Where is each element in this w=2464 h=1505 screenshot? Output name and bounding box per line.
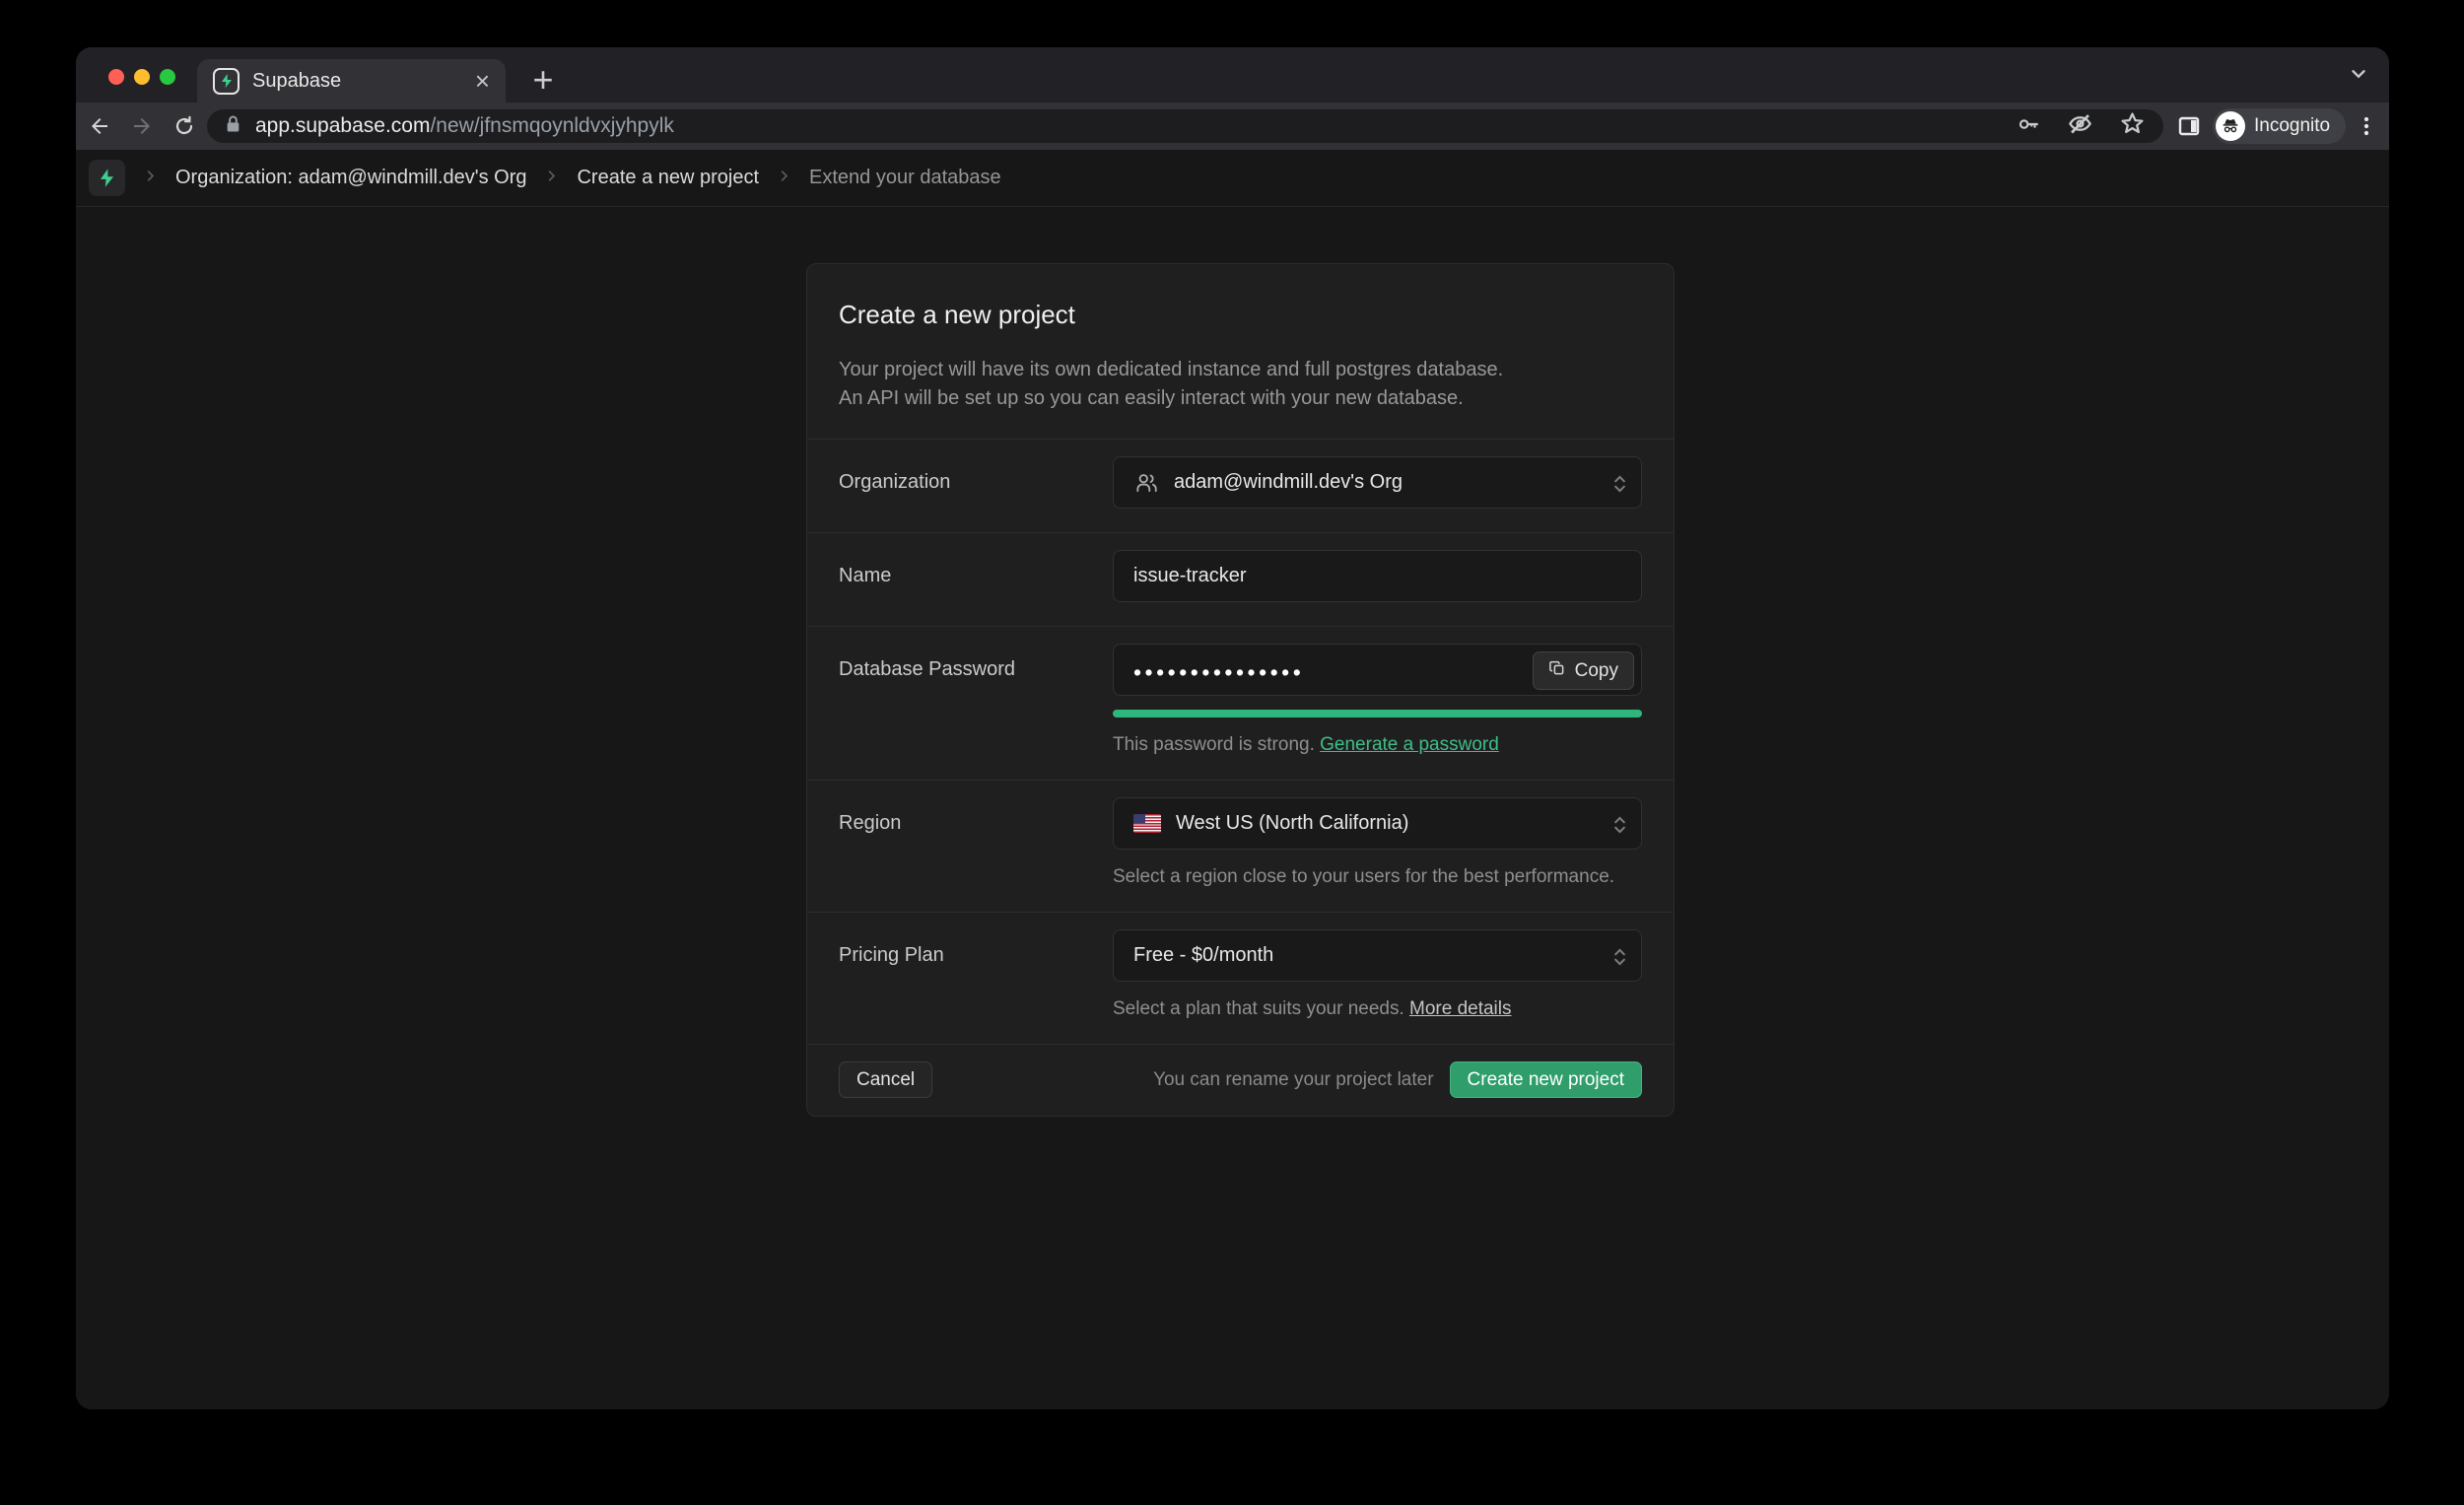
breadcrumb: Organization: adam@windmill.dev's Org Cr… (76, 150, 2389, 207)
region-select[interactable]: West US (North California) (1113, 797, 1642, 850)
name-row: Name (807, 532, 1674, 626)
password-masked-value: ••••••••••••••• (1133, 653, 1304, 686)
organization-value: adam@windmill.dev's Org (1174, 471, 1403, 494)
select-chevrons-icon (1613, 812, 1626, 844)
browser-tab-supabase[interactable]: Supabase × (197, 59, 506, 103)
browser-toolbar: app.supabase.com/new/jfnsmqoynldvxjyhpyl… (76, 103, 2389, 150)
window-minimize-button[interactable] (134, 69, 150, 85)
breadcrumb-extend-database: Extend your database (809, 167, 1001, 189)
tab-strip: Supabase × + (76, 47, 2389, 103)
webpage: Organization: adam@windmill.dev's Org Cr… (76, 150, 2389, 1409)
address-bar[interactable]: app.supabase.com/new/jfnsmqoynldvxjyhpyl… (207, 109, 2163, 143)
password-row: Database Password ••••••••••••••• Copy (807, 626, 1674, 780)
card-description-line1: Your project will have its own dedicated… (839, 356, 1642, 384)
footer-note: You can rename your project later (1153, 1069, 1433, 1091)
supabase-favicon-icon (213, 68, 240, 95)
incognito-icon (2216, 111, 2245, 141)
card-description: Your project will have its own dedicated… (839, 356, 1642, 413)
organization-select[interactable]: adam@windmill.dev's Org (1113, 456, 1642, 509)
more-details-link[interactable]: More details (1409, 998, 1512, 1019)
region-row: Region West US (North California) Select… (807, 780, 1674, 912)
browser-menu-icon[interactable] (2355, 114, 2378, 138)
pricing-plan-row: Pricing Plan Free - $0/month Select a pl… (807, 912, 1674, 1044)
password-strength-bar (1113, 710, 1642, 718)
password-label: Database Password (839, 644, 1113, 756)
reload-icon[interactable] (172, 114, 196, 138)
tab-title: Supabase (252, 70, 475, 93)
select-chevrons-icon (1613, 471, 1626, 503)
select-chevrons-icon (1613, 944, 1626, 976)
region-label: Region (839, 797, 1113, 888)
bookmark-star-icon[interactable] (2119, 110, 2146, 142)
page-title: Create a new project (839, 300, 1642, 330)
window-close-button[interactable] (108, 69, 124, 85)
url-host: app.supabase.com (255, 114, 430, 137)
lock-icon (225, 114, 241, 139)
browser-window: Supabase × + app.supabas (76, 47, 2389, 1409)
plan-helper-text: Select a plan that suits your needs. (1113, 998, 1409, 1019)
card-footer: Cancel You can rename your project later… (807, 1044, 1674, 1116)
organization-row: Organization adam@windmill.dev's Org (807, 439, 1674, 532)
us-flag-icon (1133, 814, 1161, 833)
pricing-plan-value: Free - $0/month (1133, 944, 1273, 967)
url-path: /new/jfnsmqoynldvxjyhpylk (430, 114, 673, 137)
pricing-plan-select[interactable]: Free - $0/month (1113, 929, 1642, 982)
region-helper: Select a region close to your users for … (1113, 866, 1642, 888)
copy-label: Copy (1575, 660, 1618, 682)
create-project-card: Create a new project Your project will h… (806, 263, 1675, 1117)
breadcrumb-create-project[interactable]: Create a new project (577, 167, 759, 189)
generate-password-link[interactable]: Generate a password (1320, 734, 1499, 755)
omnibox-actions (2016, 110, 2146, 142)
project-name-input[interactable] (1113, 550, 1642, 602)
password-strength-text: This password is strong. (1113, 734, 1320, 755)
password-key-icon[interactable] (2016, 111, 2041, 142)
password-input[interactable]: ••••••••••••••• Copy (1113, 644, 1642, 696)
breadcrumb-chevron-icon (777, 169, 791, 188)
side-panel-icon[interactable] (2177, 114, 2201, 138)
new-tab-button[interactable]: + (521, 58, 565, 102)
tab-close-icon[interactable]: × (475, 68, 490, 94)
password-helper: This password is strong. Generate a pass… (1113, 734, 1642, 756)
breadcrumb-chevron-icon (143, 169, 158, 188)
card-description-line2: An API will be set up so you can easily … (839, 384, 1642, 413)
eye-off-icon[interactable] (2067, 110, 2093, 142)
tab-search-chevron-icon[interactable] (2348, 63, 2369, 90)
url-text: app.supabase.com/new/jfnsmqoynldvxjyhpyl… (255, 114, 674, 138)
card-header: Create a new project Your project will h… (807, 264, 1674, 439)
pricing-plan-helper: Select a plan that suits your needs. Mor… (1113, 998, 1642, 1020)
back-icon[interactable] (88, 114, 111, 138)
desktop: Supabase × + app.supabas (0, 0, 2464, 1505)
users-icon (1133, 470, 1159, 496)
breadcrumb-organization[interactable]: Organization: adam@windmill.dev's Org (175, 167, 526, 189)
supabase-logo-icon[interactable] (89, 160, 125, 196)
cancel-button[interactable]: Cancel (839, 1061, 932, 1098)
copy-icon (1548, 659, 1566, 683)
copy-password-button[interactable]: Copy (1533, 651, 1634, 690)
incognito-badge[interactable]: Incognito (2213, 108, 2346, 144)
pricing-plan-label: Pricing Plan (839, 929, 1113, 1020)
breadcrumb-chevron-icon (544, 169, 559, 188)
create-new-project-button[interactable]: Create new project (1450, 1061, 1642, 1098)
incognito-label: Incognito (2254, 115, 2330, 137)
name-label: Name (839, 550, 1113, 602)
window-zoom-button[interactable] (160, 69, 175, 85)
organization-label: Organization (839, 456, 1113, 509)
region-value: West US (North California) (1176, 812, 1408, 835)
forward-icon[interactable] (130, 114, 154, 138)
